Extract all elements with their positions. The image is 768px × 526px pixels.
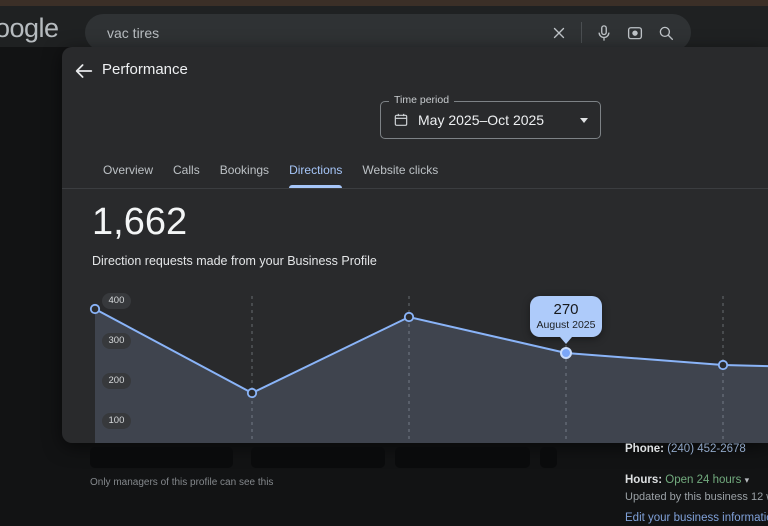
tab-bookings[interactable]: Bookings xyxy=(220,152,269,188)
performance-tabs: Overview Calls Bookings Directions Websi… xyxy=(62,152,768,189)
tab-website-clicks[interactable]: Website clicks xyxy=(362,152,438,188)
edit-business-link[interactable]: Edit your business information xyxy=(625,512,768,524)
y-axis-label: 400 xyxy=(102,292,131,309)
business-info: Phone: (240) 452-2678 Hours: Open 24 hou… xyxy=(625,443,768,526)
search-icon[interactable] xyxy=(657,24,675,42)
tab-calls[interactable]: Calls xyxy=(173,152,200,188)
data-point[interactable] xyxy=(89,303,101,315)
tab-overview[interactable]: Overview xyxy=(103,152,153,188)
search-input[interactable] xyxy=(105,23,537,42)
time-period-value: May 2025–Oct 2025 xyxy=(418,112,545,128)
back-arrow-icon xyxy=(75,64,93,78)
hours-row: Hours: Open 24 hours ▾ xyxy=(625,474,749,486)
data-point[interactable] xyxy=(717,359,729,371)
y-axis-label: 100 xyxy=(102,412,131,429)
metric-value: 1,662 xyxy=(92,201,188,243)
time-period-select[interactable]: Time period May 2025–Oct 2025 xyxy=(380,94,601,139)
back-button[interactable] xyxy=(70,57,98,85)
chart-tooltip: 270 August 2025 xyxy=(530,296,602,344)
phone-number[interactable]: (240) 452-2678 xyxy=(667,443,746,455)
hours-value[interactable]: Open 24 hours xyxy=(665,474,741,486)
redacted-chip[interactable] xyxy=(251,447,385,468)
page-title: Performance xyxy=(102,61,188,78)
chart-area: 100 200 300 400 270 August 2025 xyxy=(62,290,768,443)
tab-directions[interactable]: Directions xyxy=(289,152,343,188)
microphone-icon[interactable] xyxy=(595,24,613,42)
redacted-chip[interactable] xyxy=(90,447,233,468)
window-top-edge xyxy=(0,0,768,6)
hours-caret-icon[interactable]: ▾ xyxy=(745,475,750,485)
tooltip-label: August 2025 xyxy=(536,319,596,331)
redacted-chip[interactable] xyxy=(395,447,530,468)
direction-requests-chart xyxy=(89,296,768,443)
performance-panel: Performance Time period May 2025–Oct 202… xyxy=(62,47,768,443)
clear-icon[interactable] xyxy=(550,24,568,42)
data-point-highlighted[interactable] xyxy=(560,347,572,359)
redacted-chip[interactable] xyxy=(540,447,557,468)
metric-description: Direction requests made from your Busine… xyxy=(92,254,377,268)
tooltip-value: 270 xyxy=(553,301,579,318)
google-logo-partial[interactable]: oogle xyxy=(0,13,59,44)
phone-label: Phone: xyxy=(625,443,664,455)
divider xyxy=(581,22,582,43)
hours-label: Hours: xyxy=(625,474,663,486)
phone-row: Phone: (240) 452-2678 xyxy=(625,443,746,455)
updated-text: Updated by this business 12 wee xyxy=(625,491,768,503)
search-header: oogle xyxy=(0,0,768,51)
data-point[interactable] xyxy=(403,311,415,323)
search-bar[interactable] xyxy=(85,14,691,51)
dropdown-caret-icon xyxy=(580,117,588,123)
calendar-icon xyxy=(394,113,408,126)
visibility-caption: Only managers of this profile can see th… xyxy=(90,477,274,488)
time-period-label: Time period xyxy=(389,94,455,106)
screen: oogle vac tires Performance Time period … xyxy=(0,0,768,526)
y-axis-label: 200 xyxy=(102,372,131,389)
lens-icon[interactable] xyxy=(626,24,644,42)
data-point[interactable] xyxy=(246,387,258,399)
chart-area-fill xyxy=(95,309,768,443)
y-axis-label: 300 xyxy=(102,332,131,349)
